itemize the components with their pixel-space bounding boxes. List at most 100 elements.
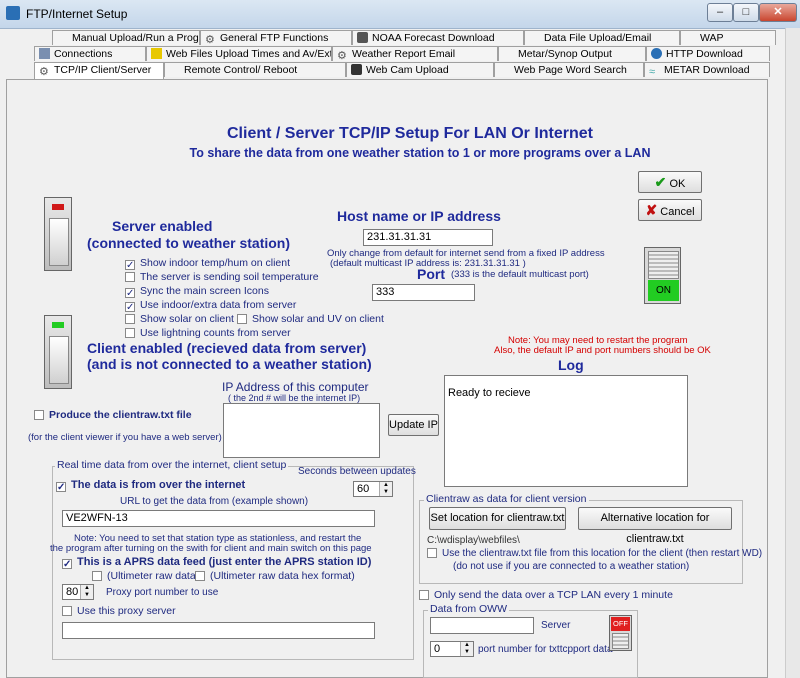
tab-remote-control[interactable]: Remote Control/ Reboot	[164, 62, 346, 77]
tab-label: Web Page Word Search	[514, 64, 627, 76]
spinner-arrows[interactable]: ▲ ▼	[460, 642, 473, 656]
tab-label: NOAA Forecast Download	[372, 32, 495, 44]
client-switch[interactable]	[44, 315, 72, 389]
checkbox-label: (Ultimeter raw data)	[107, 570, 200, 582]
alt-location-button[interactable]: Alternative location for clientraw.txt	[578, 507, 732, 545]
host-input[interactable]: 231.31.31.31	[363, 229, 493, 246]
tab-label: Weather Report Email	[352, 48, 456, 60]
sync-icons-checkbox[interactable]: ✓ Sync the main screen Icons	[125, 285, 269, 299]
tab-manual-upload[interactable]: Manual Upload/Run a Program	[52, 30, 200, 45]
tab-http-download[interactable]: HTTP Download	[646, 46, 770, 61]
main-on-switch[interactable]: ON	[644, 247, 681, 304]
checkbox[interactable]	[125, 272, 135, 282]
tab-label: Connections	[54, 48, 113, 60]
checkbox[interactable]	[195, 571, 205, 581]
tab-icon	[499, 64, 510, 75]
server-subheading: (connected to weather station)	[87, 235, 291, 251]
produce-clientraw-checkbox[interactable]: Produce the clientraw.txt file	[34, 409, 192, 421]
tab-wap[interactable]: WAP	[680, 30, 776, 45]
checkmark-icon: ✔	[654, 174, 667, 190]
page-subtitle: To share the data from one weather stati…	[189, 146, 651, 160]
checkbox-label: Use the clientraw.txt file from this loc…	[442, 548, 763, 559]
maximize-button[interactable]: □	[733, 3, 759, 22]
tab-connections[interactable]: Connections	[34, 46, 146, 61]
cancel-button[interactable]: ✘ Cancel	[638, 199, 702, 221]
tab-metar-synop[interactable]: Metar/Synop Output	[498, 46, 646, 61]
tab-web-page-word-search[interactable]: Web Page Word Search	[494, 62, 644, 77]
show-solar-uv-checkbox[interactable]: Show solar and UV on client	[237, 313, 384, 325]
ultimeter-hex-checkbox[interactable]: (Ultimeter raw data hex format)	[195, 570, 355, 582]
minimize-button[interactable]: –	[707, 3, 733, 22]
server-switch[interactable]	[44, 197, 72, 271]
seconds-label: Seconds between updates	[298, 466, 416, 477]
proxy-port-spinner[interactable]: 80 ▲ ▼	[62, 584, 94, 600]
log-textarea[interactable]: Ready to recieve	[444, 375, 688, 487]
checkbox[interactable]	[237, 314, 247, 324]
spinner-arrows[interactable]: ▲ ▼	[379, 482, 392, 496]
use-proxy-checkbox[interactable]: Use this proxy server	[62, 605, 176, 617]
checkbox[interactable]	[92, 571, 102, 581]
lightning-counts-checkbox[interactable]: Use lightning counts from server	[125, 327, 291, 339]
aprs-feed-checkbox[interactable]: ✓ This is a APRS data feed (just enter th…	[62, 556, 371, 570]
tab-label: Web Files Upload Times and Av/Ext	[166, 48, 332, 60]
url-input[interactable]: VE2WFN-13	[62, 510, 375, 527]
on-switch-lever	[648, 251, 679, 279]
ip-address-box[interactable]	[223, 403, 380, 458]
tab-web-cam-upload[interactable]: Web Cam Upload	[346, 62, 494, 77]
soil-temp-checkbox[interactable]: The server is sending soil temperature	[125, 271, 319, 283]
ok-button[interactable]: ✔ OK	[638, 171, 702, 193]
checkbox[interactable]	[62, 606, 72, 616]
oww-server-input[interactable]	[430, 617, 534, 634]
x-icon: ✘	[645, 202, 658, 218]
tab-noaa-forecast[interactable]: NOAA Forecast Download	[352, 30, 524, 45]
checkbox[interactable]: ✓	[125, 260, 135, 271]
checkbox[interactable]	[427, 548, 437, 558]
app-icon	[6, 6, 20, 20]
port-input[interactable]: 333	[372, 284, 475, 301]
server-heading: Server enabled	[112, 218, 213, 234]
tab-web-files-upload[interactable]: Web Files Upload Times and Av/Ext	[146, 46, 332, 61]
proxy-server-input[interactable]	[62, 622, 375, 639]
url-label: URL to get the data from (example shown)	[120, 496, 309, 507]
set-location-button[interactable]: Set location for clientraw.txt	[429, 507, 566, 530]
show-indoor-temp-checkbox[interactable]: ✓ Show indoor temp/hum on client	[125, 257, 290, 271]
tab-data-file-upload[interactable]: Data File Upload/Email	[524, 30, 680, 45]
internet-data-checkbox[interactable]: ✓ The data is from over the internet	[56, 479, 245, 493]
checkbox-label: Produce the clientraw.txt file	[49, 409, 192, 421]
realtime-group-label: Real time data from over the internet, c…	[55, 459, 289, 471]
show-solar-checkbox[interactable]: Show solar on client	[125, 313, 234, 325]
checkbox[interactable]: ✓	[125, 288, 135, 299]
checkbox[interactable]: ✓	[56, 482, 66, 493]
on-switch-label: ON	[648, 280, 679, 301]
oww-switch[interactable]: OFF	[609, 615, 632, 651]
seconds-spinner[interactable]: 60 ▲ ▼	[353, 481, 393, 497]
tab-weather-report-email[interactable]: ⚙ Weather Report Email	[332, 46, 498, 61]
title-bar: FTP/Internet Setup – □ ✕	[0, 0, 800, 29]
tab-metar-download[interactable]: ≈ METAR Download	[644, 62, 770, 77]
checkbox[interactable]	[34, 410, 44, 420]
ultimeter-raw-checkbox[interactable]: (Ultimeter raw data)	[92, 570, 199, 582]
tab-tcpip-client-server[interactable]: ⚙ TCP/IP Client/Server	[34, 62, 164, 79]
ip-address-sublabel: ( the 2nd # will be the internet IP)	[228, 393, 361, 403]
checkbox[interactable]: ✓	[125, 302, 135, 313]
checkbox[interactable]	[419, 590, 429, 600]
checkbox[interactable]	[125, 328, 135, 338]
checkbox-label: Show indoor temp/hum on client	[140, 257, 290, 269]
update-ip-button[interactable]: Update IP	[388, 414, 439, 436]
restart-note-2: Also, the default IP and port numbers sh…	[494, 345, 711, 356]
tab-label: Remote Control/ Reboot	[184, 64, 298, 76]
tab-label: METAR Download	[664, 64, 750, 76]
close-button[interactable]: ✕	[759, 3, 797, 22]
use-clientraw-checkbox[interactable]: Use the clientraw.txt file from this loc…	[427, 548, 762, 559]
use-indoor-extra-checkbox[interactable]: ✓ Use indoor/extra data from server	[125, 299, 296, 313]
oww-port-spinner[interactable]: 0 ▲ ▼	[430, 641, 474, 657]
oww-switch-lever	[612, 633, 629, 649]
gear-icon: ⚙	[337, 50, 347, 62]
checkbox[interactable]: ✓	[62, 559, 72, 570]
spinner-arrows[interactable]: ▲ ▼	[80, 585, 93, 599]
tab-general-ftp[interactable]: ⚙ General FTP Functions	[200, 30, 352, 45]
tcp-lan-checkbox[interactable]: Only send the data over a TCP LAN every …	[419, 589, 673, 601]
checkbox[interactable]	[125, 314, 135, 324]
client-switch-indicator	[52, 322, 64, 328]
tab-label: Web Cam Upload	[366, 64, 449, 76]
